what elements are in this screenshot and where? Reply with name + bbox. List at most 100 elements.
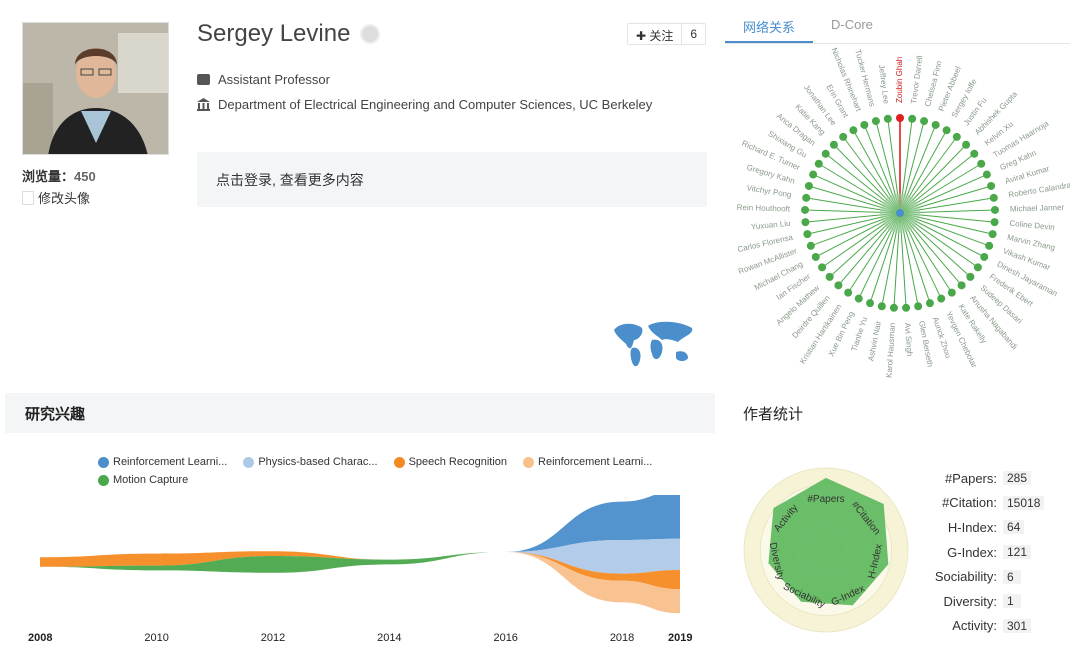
graph-node-label[interactable]: Roberto Calandra — [1008, 180, 1070, 199]
graph-node[interactable] — [883, 114, 892, 123]
graph-node[interactable] — [957, 281, 966, 290]
view-count: 浏览量：450 — [22, 166, 96, 185]
graph-node-label[interactable]: Trevor Darrell — [909, 55, 924, 105]
stats-title: 作者统计 — [743, 405, 804, 423]
graph-node[interactable] — [809, 170, 818, 179]
graph-node[interactable] — [966, 272, 975, 281]
graph-node[interactable] — [896, 114, 904, 122]
relation-tabs: 网络关系 D-Core — [725, 12, 1070, 44]
graph-node[interactable] — [801, 218, 810, 227]
year-tick-label: 2010 — [144, 632, 169, 644]
graph-node[interactable] — [877, 302, 886, 311]
follow-label-wrap: ✚ 关注 — [628, 24, 683, 44]
legend-label: Speech Recognition — [408, 456, 508, 468]
stat-label: Activity: — [952, 618, 997, 634]
year-tick-label: 2016 — [493, 632, 518, 644]
graph-node[interactable] — [980, 252, 989, 261]
checkbox-icon — [22, 190, 34, 205]
graph-node[interactable] — [860, 120, 869, 129]
graph-node[interactable] — [987, 181, 996, 190]
graph-node[interactable] — [990, 218, 999, 227]
follow-button[interactable]: ✚ 关注 6 — [627, 23, 707, 45]
graph-node[interactable] — [988, 230, 997, 239]
graph-node[interactable] — [821, 149, 830, 158]
stat-row: Sociability: 6 — [905, 564, 1075, 589]
legend-item[interactable]: Reinforcement Learni... — [523, 456, 652, 468]
legend-label: Motion Capture — [113, 474, 189, 486]
graph-node[interactable] — [801, 205, 810, 214]
stat-value: 15018 — [1003, 495, 1045, 510]
graph-node-label[interactable]: Tianhe Yu — [849, 316, 869, 353]
graph-node[interactable] — [962, 140, 971, 149]
graph-node[interactable] — [902, 303, 911, 312]
legend-item[interactable]: Physics-based Charac... — [243, 456, 378, 468]
year-tick-label: 2008 — [28, 632, 53, 644]
graph-node[interactable] — [931, 120, 940, 129]
graph-node[interactable] — [814, 159, 823, 168]
graph-center-node[interactable] — [896, 209, 904, 217]
graph-node[interactable] — [989, 193, 998, 202]
graph-node[interactable] — [818, 263, 827, 272]
graph-node[interactable] — [982, 170, 991, 179]
views-number: 450 — [74, 169, 96, 184]
graph-node-label[interactable]: Coline Devin — [1009, 219, 1055, 232]
graph-node[interactable] — [866, 299, 875, 308]
graph-node[interactable] — [849, 126, 858, 135]
graph-node[interactable] — [914, 302, 923, 311]
graph-node-label[interactable]: Glen Berseth — [917, 320, 935, 368]
graph-node-label[interactable]: Zoubin Ghah — [895, 57, 904, 103]
graph-node[interactable] — [871, 117, 880, 126]
graph-node[interactable] — [952, 132, 961, 141]
stat-row: Activity: 301 — [905, 614, 1075, 639]
graph-node[interactable] — [834, 281, 843, 290]
graph-node-label[interactable]: Vitchyr Pong — [746, 183, 792, 199]
profile-photo[interactable] — [22, 22, 169, 155]
legend-item[interactable]: Motion Capture — [98, 474, 188, 486]
graph-node[interactable] — [839, 132, 848, 141]
graph-node[interactable] — [947, 288, 956, 297]
graph-node-label[interactable]: Ashvin Nair — [866, 320, 883, 362]
legend-item[interactable]: Reinforcement Learni... — [98, 456, 227, 468]
graph-node[interactable] — [970, 149, 979, 158]
graph-node[interactable] — [825, 272, 834, 281]
graph-node[interactable] — [844, 288, 853, 297]
graph-node[interactable] — [802, 193, 811, 202]
stat-label: Sociability: — [934, 569, 997, 585]
graph-node[interactable] — [829, 140, 838, 149]
graph-node-label[interactable]: Michael Janner — [1010, 203, 1065, 214]
profile-name: Sergey Levine — [197, 20, 381, 48]
world-map-icon[interactable] — [612, 318, 696, 370]
login-prompt[interactable]: 点击登录, 查看更多内容 — [197, 152, 707, 207]
graph-node-label[interactable]: Karol Hausman — [885, 322, 898, 378]
coauthor-graph[interactable]: Zoubin Ghah Trevor DarrellChelsea FinnPie… — [725, 45, 1070, 380]
interests-streamgraph[interactable] — [20, 495, 710, 625]
legend-item[interactable]: Speech Recognition — [393, 456, 508, 468]
graph-node[interactable] — [908, 114, 917, 123]
graph-node[interactable] — [854, 294, 863, 303]
year-axis: 2008 2010 2012 2014 2016 2018 2019 — [20, 632, 710, 648]
login-prompt-text: 点击登录, 查看更多内容 — [216, 171, 364, 188]
graph-node[interactable] — [985, 241, 994, 250]
tab-network[interactable]: 网络关系 — [725, 12, 814, 43]
tab-dcore[interactable]: D-Core — [813, 12, 891, 43]
graph-node[interactable] — [806, 241, 815, 250]
graph-node[interactable] — [811, 252, 820, 261]
edit-avatar-link[interactable]: 修改头像 — [22, 188, 90, 207]
verified-icon — [360, 24, 381, 44]
graph-node[interactable] — [920, 117, 929, 126]
graph-node[interactable] — [990, 205, 999, 214]
graph-node-label[interactable]: Jeffrey Lee — [877, 64, 891, 105]
graph-node[interactable] — [925, 299, 934, 308]
graph-node[interactable] — [803, 230, 812, 239]
graph-node[interactable] — [889, 303, 898, 312]
graph-node[interactable] — [942, 126, 951, 135]
graph-node-label[interactable]: Yuxuan Liu — [751, 219, 791, 232]
graph-node-label[interactable]: Avi Singh — [903, 322, 914, 356]
stat-row: H-Index: 64 — [905, 515, 1075, 540]
graph-node[interactable] — [937, 294, 946, 303]
stat-value: 285 — [1003, 471, 1032, 486]
graph-node-label[interactable]: Rein Houthooft — [737, 203, 791, 214]
graph-node[interactable] — [973, 263, 982, 272]
graph-node[interactable] — [804, 181, 813, 190]
graph-node[interactable] — [977, 159, 986, 168]
